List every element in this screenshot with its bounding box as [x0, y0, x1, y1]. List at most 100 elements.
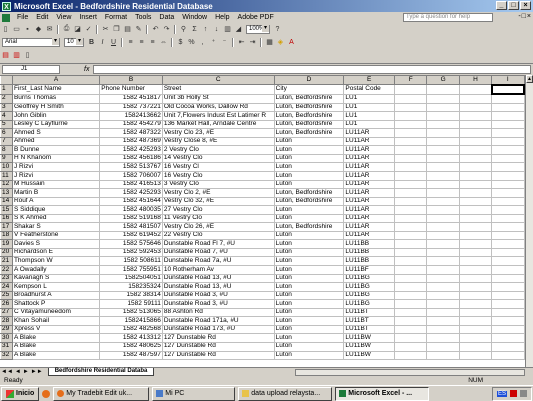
row-header[interactable]: 14 — [0, 196, 13, 207]
cell[interactable] — [458, 196, 493, 207]
cell[interactable] — [458, 307, 493, 318]
cell[interactable]: Luton — [273, 162, 345, 172]
cell[interactable] — [458, 213, 493, 224]
cell[interactable]: 1582413662 — [99, 111, 163, 121]
column-header-a[interactable]: A — [11, 75, 101, 86]
cell[interactable]: Burns Thomas — [11, 93, 101, 104]
cell[interactable]: Old Cocoa Works, Dallow Rd — [161, 102, 275, 113]
row-header[interactable]: 5 — [0, 119, 13, 130]
cell[interactable] — [394, 230, 428, 241]
cell[interactable] — [491, 341, 525, 352]
menu-help[interactable]: Help — [211, 14, 233, 21]
language-indicator[interactable]: ES — [496, 390, 507, 397]
cell[interactable] — [458, 341, 493, 352]
cell[interactable] — [394, 282, 428, 292]
cell[interactable]: J Rizvi — [11, 162, 101, 172]
row-header[interactable]: 16 — [0, 213, 13, 224]
sort-ascending-icon[interactable]: ↑ — [201, 25, 210, 34]
cell[interactable]: 27 Vestry Clo — [161, 205, 275, 215]
cell[interactable] — [491, 128, 525, 138]
cell[interactable]: Kempson L — [11, 282, 101, 292]
row-header[interactable]: 31 — [0, 341, 13, 352]
row-header[interactable]: 15 — [0, 205, 13, 215]
chart-wizard-icon[interactable]: ▥ — [223, 25, 232, 34]
new-icon[interactable]: ▯ — [1, 25, 10, 34]
cell[interactable] — [490, 83, 525, 96]
menu-tools[interactable]: Tools — [131, 14, 155, 21]
cell[interactable]: Vestry Clo 2, #E — [161, 188, 275, 198]
cell[interactable]: Thompson W — [11, 256, 101, 267]
close-button[interactable]: × — [520, 1, 531, 10]
cell[interactable] — [426, 179, 460, 190]
cell[interactable]: 88 Ashton Rd — [161, 307, 275, 318]
cell[interactable]: LU11AR — [343, 128, 396, 138]
cell[interactable]: 3 Vestry Clo — [161, 179, 275, 190]
row-header[interactable]: 23 — [0, 273, 13, 284]
cell[interactable]: Xpress V — [11, 324, 101, 335]
cell[interactable]: Luton — [273, 341, 345, 352]
cell[interactable]: Vestry Close 8, #E — [161, 136, 275, 147]
cell[interactable]: Vestry Clo 32, #E — [161, 196, 275, 207]
row-header[interactable]: 8 — [0, 145, 13, 155]
cell[interactable] — [426, 128, 460, 138]
row-header[interactable]: 13 — [0, 188, 13, 198]
cell[interactable]: Luton, Bedfordshire — [273, 222, 345, 232]
merge-center-icon[interactable]: ⇔ — [159, 38, 168, 47]
cell[interactable]: 1582 513767 — [99, 162, 163, 172]
cell[interactable] — [458, 316, 493, 326]
cell[interactable] — [394, 239, 428, 249]
hyperlink-icon[interactable]: ⚲ — [179, 25, 188, 34]
cell[interactable]: 1582 425293 — [99, 188, 163, 198]
cell[interactable] — [491, 256, 525, 267]
cell[interactable]: LU11BT — [343, 316, 396, 326]
cell[interactable]: Luton — [273, 145, 345, 155]
cell[interactable] — [394, 93, 428, 104]
doc-close-button[interactable]: × — [527, 13, 531, 20]
cell[interactable]: Luton — [273, 282, 345, 292]
cell[interactable]: Phone Number — [99, 84, 163, 95]
cell[interactable]: Dunstable Road 7, #U — [161, 247, 275, 258]
cell[interactable]: A Owadally — [11, 265, 101, 275]
cell[interactable] — [426, 93, 460, 104]
cell[interactable] — [426, 119, 460, 130]
cell[interactable]: Postal Code — [343, 84, 396, 95]
cell[interactable] — [426, 341, 460, 352]
cell[interactable]: 1582 481507 — [99, 222, 163, 232]
cell[interactable] — [394, 196, 428, 207]
prev-sheet-button[interactable]: ◄ — [14, 369, 22, 375]
row-header[interactable]: 30 — [0, 333, 13, 343]
cell[interactable] — [491, 299, 525, 309]
cell[interactable] — [458, 205, 493, 215]
cell[interactable] — [394, 162, 428, 172]
cell[interactable] — [394, 265, 428, 275]
cell[interactable] — [394, 136, 428, 147]
cell[interactable]: Dunstable Road 3, #U — [161, 299, 275, 309]
cell[interactable] — [394, 84, 428, 95]
cell[interactable]: City — [273, 84, 345, 95]
row-header[interactable]: 19 — [0, 239, 13, 249]
cell[interactable] — [394, 256, 428, 267]
cell[interactable] — [491, 307, 525, 318]
open-icon[interactable]: ▭ — [12, 25, 21, 34]
task-button-excel[interactable]: Microsoft Excel - ... — [335, 386, 430, 401]
zoom-select[interactable]: 100% — [246, 24, 270, 34]
cell[interactable]: 1582 425293 — [99, 145, 163, 155]
cell[interactable]: 1582 737221 — [99, 102, 163, 113]
cell[interactable] — [491, 188, 525, 198]
cell[interactable] — [394, 273, 428, 284]
cell[interactable]: Ahmed — [11, 136, 101, 147]
cell[interactable]: Vestry Clo 23, #E — [161, 128, 275, 138]
cell[interactable]: LU11BG — [343, 290, 396, 301]
cell[interactable]: 1582 480625 — [99, 341, 163, 352]
cell[interactable]: Luton — [273, 171, 345, 181]
task-button-folder[interactable]: data upload relaysta... — [238, 386, 333, 401]
cut-icon[interactable]: ✂ — [101, 25, 110, 34]
help-search-input[interactable]: Type a question for help — [403, 13, 493, 22]
cell[interactable]: 16 Vestry Cl — [161, 162, 275, 172]
cell[interactable] — [426, 102, 460, 113]
cell[interactable] — [394, 188, 428, 198]
cell[interactable]: LU11BW — [343, 341, 396, 352]
cell[interactable]: Luton — [273, 239, 345, 249]
cell[interactable] — [458, 282, 493, 292]
cell[interactable] — [458, 93, 493, 104]
